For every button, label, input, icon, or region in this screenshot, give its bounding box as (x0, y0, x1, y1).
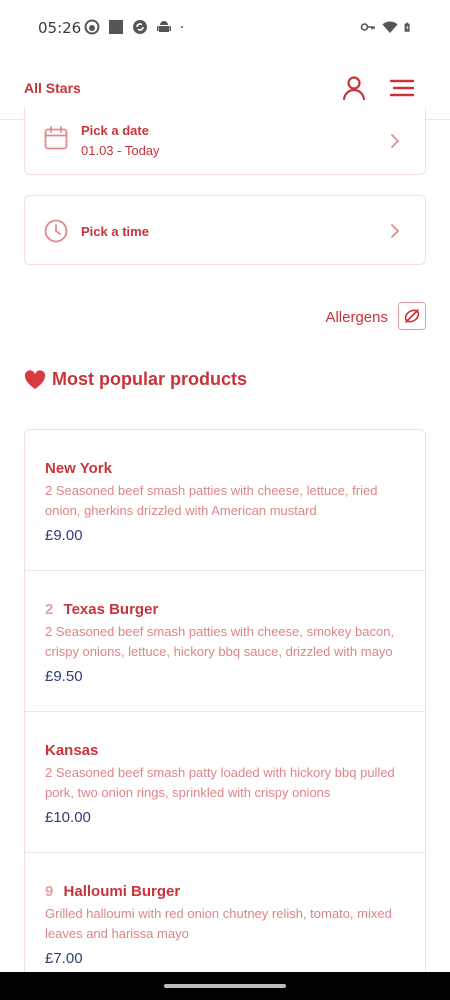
product-name: Halloumi Burger (63, 883, 181, 900)
user-icon[interactable] (340, 74, 368, 102)
square-icon (109, 20, 123, 34)
sync-icon (133, 20, 147, 34)
time-picker-card[interactable]: Pick a time (24, 195, 426, 265)
product-item[interactable]: 2 Texas Burger 2 Seasoned beef smash pat… (25, 571, 425, 712)
date-picker-title: Pick a date (81, 123, 149, 138)
product-name-row: 9 Halloumi Burger (45, 883, 180, 900)
product-price: £7.00 (45, 950, 83, 967)
brand-title[interactable]: All Stars (24, 80, 81, 96)
product-description: 2 Seasoned beef smash patty loaded with … (45, 765, 395, 800)
status-right-icons (360, 19, 414, 35)
product-item[interactable]: New York 2 Seasoned beef smash patties w… (25, 430, 425, 571)
wifi-icon (382, 21, 398, 33)
product-name-row: New York (45, 460, 112, 477)
calendar-icon (44, 126, 68, 150)
product-name: Texas Burger (63, 601, 159, 618)
status-left-icons (84, 19, 188, 35)
product-name-row: 2 Texas Burger (45, 601, 158, 618)
product-description: 2 Seasoned beef smash patties with chees… (45, 483, 378, 518)
home-gesture-handle[interactable] (164, 984, 286, 988)
product-price: £9.50 (45, 668, 83, 685)
date-picker-card[interactable]: Pick a date 01.03 - Today (24, 108, 426, 175)
battery-icon (404, 22, 410, 32)
allergens-button[interactable] (398, 302, 426, 330)
product-description: Grilled halloumi with red onion chutney … (45, 906, 392, 941)
heart-icon (24, 369, 46, 389)
menu-icon[interactable] (388, 74, 416, 102)
android-icon (157, 21, 171, 32)
chevron-right-icon (391, 224, 399, 238)
product-name: Kansas (45, 742, 99, 759)
chevron-right-icon (391, 134, 399, 148)
product-price: £10.00 (45, 809, 91, 826)
dot-icon (181, 26, 183, 28)
face-icon (84, 19, 100, 35)
date-picker-value: 01.03 - Today (81, 143, 160, 158)
time-picker-title: Pick a time (81, 224, 149, 239)
product-list: New York 2 Seasoned beef smash patties w… (24, 429, 426, 995)
key-icon (360, 23, 375, 31)
status-time: 05:26 (38, 19, 82, 37)
popular-section-title: Most popular products (52, 369, 247, 389)
allergens-label[interactable]: Allergens (325, 309, 388, 326)
product-badge: 9 (45, 883, 54, 900)
product-description: 2 Seasoned beef smash patties with chees… (45, 624, 395, 659)
system-navigation-bar (0, 972, 450, 1000)
allergen-filter-icon (404, 309, 420, 323)
clock-icon (44, 219, 68, 243)
product-item[interactable]: Kansas 2 Seasoned beef smash patty loade… (25, 712, 425, 853)
product-badge: 2 (45, 601, 54, 618)
status-bar: 05:26 (0, 0, 450, 56)
product-name-row: Kansas (45, 742, 98, 759)
product-name: New York (45, 460, 112, 477)
popular-section-header: Most popular products (24, 369, 247, 390)
product-price: £9.00 (45, 527, 83, 544)
